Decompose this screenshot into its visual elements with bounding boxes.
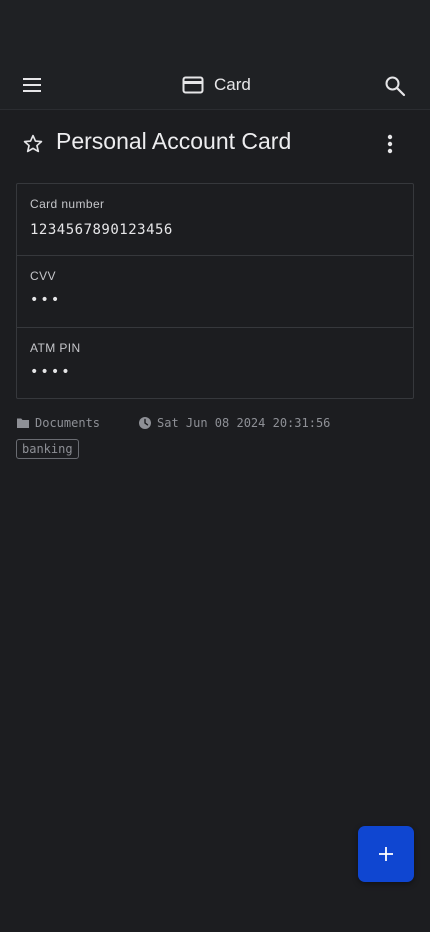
more-options-button[interactable] (378, 131, 402, 157)
search-icon (385, 76, 406, 97)
search-button[interactable] (381, 72, 409, 100)
tag-chip[interactable]: banking (16, 439, 79, 459)
field-label: CVV (30, 269, 56, 283)
folder-link[interactable]: Documents (16, 416, 100, 430)
atm-pin-value: •••• (30, 364, 72, 380)
field-label: Card number (30, 197, 105, 211)
favorite-button[interactable] (20, 131, 46, 157)
timestamp: Sat Jun 08 2024 20:31:56 (138, 416, 330, 430)
card-number-field[interactable]: Card number 1234567890123456 (17, 184, 413, 256)
atm-pin-field[interactable]: ATM PIN •••• (17, 327, 413, 399)
folder-name: Documents (35, 416, 101, 430)
folder-icon (17, 418, 29, 428)
item-header: Personal Account Card (0, 122, 430, 166)
card-number-value: 1234567890123456 (30, 222, 173, 238)
app-bar: Card (0, 60, 430, 110)
status-bar (0, 0, 430, 60)
add-icon (379, 847, 393, 861)
app-bar-title: Card (182, 74, 251, 96)
item-meta: Documents Sat Jun 08 2024 20:31:56 (16, 414, 416, 434)
add-button[interactable] (358, 826, 414, 882)
menu-icon (23, 78, 41, 92)
star-outline-icon (23, 134, 43, 153)
more-vert-icon (387, 134, 393, 154)
field-label: ATM PIN (30, 341, 81, 355)
clock-icon (139, 417, 151, 429)
item-title: Personal Account Card (56, 128, 292, 154)
page-title: Card (214, 75, 251, 94)
credit-card-icon (182, 76, 204, 94)
timestamp-text: Sat Jun 08 2024 20:31:56 (157, 416, 331, 430)
cvv-field[interactable]: CVV ••• (17, 255, 413, 327)
menu-button[interactable] (18, 73, 46, 97)
card-fields: Card number 1234567890123456 CVV ••• ATM… (16, 183, 414, 399)
cvv-value: ••• (30, 292, 62, 308)
